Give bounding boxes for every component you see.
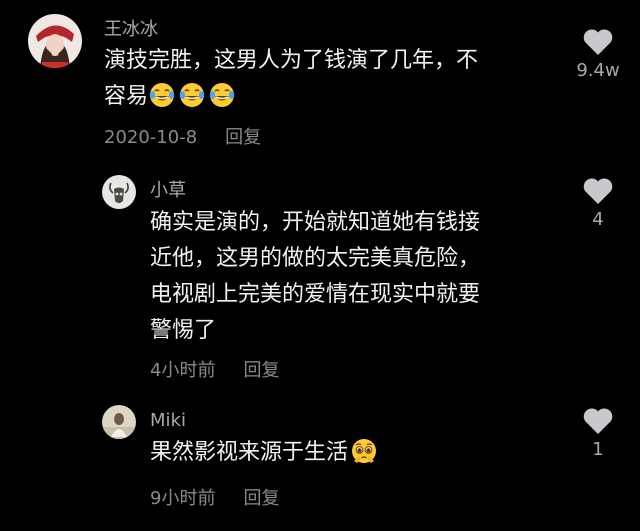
comment-meta: 9小时前 回复 xyxy=(150,487,279,511)
comment-reply-item: 小草 确实是演的，开始就知道她有钱接 近他，这男的做的太完美真危险， 电视剧上完… xyxy=(0,165,640,390)
comment-text-line: 确实是演的，开始就知道她有钱接 xyxy=(150,210,481,235)
comment-text-segment: 容易 xyxy=(104,84,149,109)
like-count: 4 xyxy=(592,209,604,230)
comment-text-line: 演技完胜，这男人为了钱演了几年，不 xyxy=(104,48,479,73)
comment-date: 2020-10-8 xyxy=(104,127,198,148)
like-count: 9.4w xyxy=(576,60,620,81)
comment-text-line: 容易 xyxy=(104,79,478,115)
comment-date: 9小时前 xyxy=(150,488,216,509)
avatar[interactable] xyxy=(102,175,136,209)
pleading-face-icon xyxy=(352,439,377,463)
comment-meta: 2020-10-8 回复 xyxy=(104,126,261,150)
heart-icon xyxy=(583,29,613,55)
comment-username[interactable]: 王冰冰 xyxy=(104,18,158,42)
avatar[interactable] xyxy=(28,14,82,68)
comment-text-line: 电视剧上完美的爱情在现实中就要 xyxy=(150,282,481,307)
comment-text-line: 果然影视来源于生活 xyxy=(150,435,380,471)
comment-text-line: 警惕了 xyxy=(150,318,217,343)
comment-text-segment: 果然影视来源于生活 xyxy=(150,440,349,465)
comment-meta: 4小时前 回复 xyxy=(150,359,279,383)
reply-button[interactable]: 回复 xyxy=(225,127,261,148)
heart-icon xyxy=(583,178,613,204)
like-button[interactable]: 9.4w xyxy=(568,28,628,82)
face-with-tears-of-joy-icon xyxy=(210,83,235,107)
reply-button[interactable]: 回复 xyxy=(243,488,279,509)
heart-icon xyxy=(583,408,613,434)
emoji-icon-group xyxy=(148,83,238,109)
comment-username[interactable]: Miki xyxy=(150,409,186,433)
comment-date: 4小时前 xyxy=(150,360,216,381)
face-with-tears-of-joy-icon xyxy=(150,83,175,107)
comment-text: 果然影视来源于生活 xyxy=(150,435,380,471)
comment-text: 确实是演的，开始就知道她有钱接 近他，这男的做的太完美真危险， 电视剧上完美的爱… xyxy=(150,205,480,349)
reply-button[interactable]: 回复 xyxy=(243,360,279,381)
comment-text-line: 近他，这男的做的太完美真危险， xyxy=(150,246,481,271)
avatar[interactable] xyxy=(102,405,136,439)
comment-text: 演技完胜，这男人为了钱演了几年，不 容易 xyxy=(104,43,478,115)
like-button[interactable]: 1 xyxy=(568,407,628,461)
like-button[interactable]: 4 xyxy=(568,177,628,231)
like-count: 1 xyxy=(592,439,604,460)
comment-username[interactable]: 小草 xyxy=(150,179,186,203)
face-with-tears-of-joy-icon xyxy=(180,83,205,107)
comment-reply-item: Miki 果然影视来源于生活 9小时前 回复 1 xyxy=(0,395,640,531)
comment-item: 王冰冰 演技完胜，这男人为了钱演了几年，不 容易 2020-10-8 回复 9.4… xyxy=(0,0,640,160)
